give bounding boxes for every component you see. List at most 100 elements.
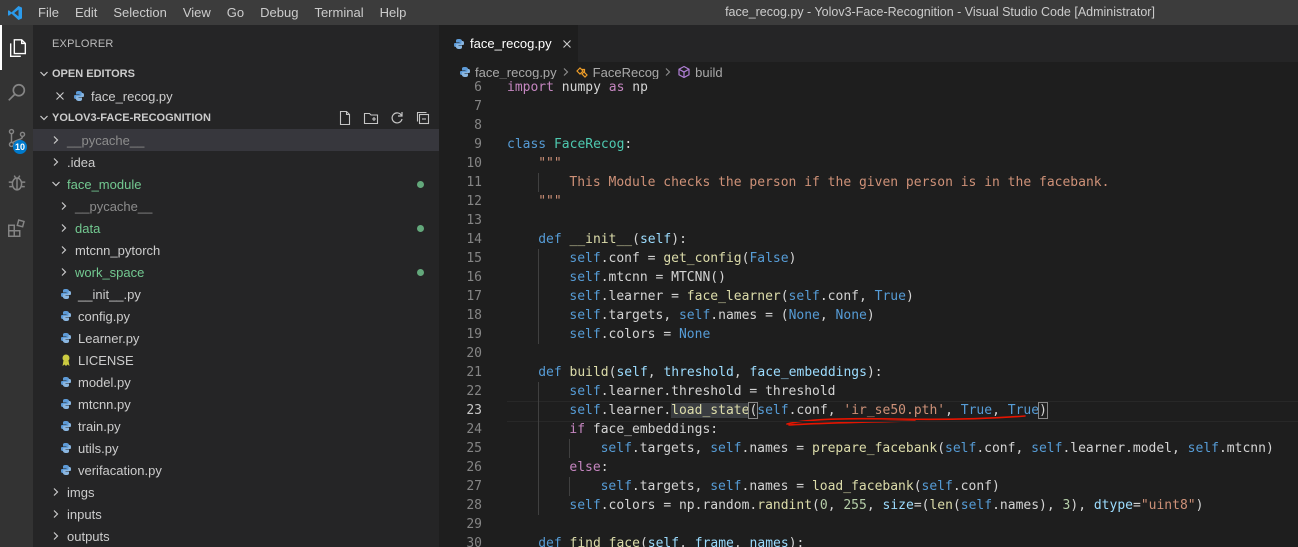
menu-item-terminal[interactable]: Terminal xyxy=(306,0,371,25)
tab-face-recog[interactable]: face_recog.py xyxy=(439,25,578,62)
chevron-right-icon xyxy=(49,157,63,167)
code-token: , xyxy=(733,536,750,547)
tree-folder[interactable]: __pycache__ xyxy=(33,195,439,217)
tree-folder[interactable]: data xyxy=(33,217,439,239)
code-text: class FaceRecog: xyxy=(507,135,632,154)
code-line[interactable]: 22 self.learner.threshold = threshold xyxy=(439,382,1298,401)
open-editor-label: face_recog.py xyxy=(91,88,173,104)
tree-file[interactable]: config.py xyxy=(33,305,439,327)
code-line[interactable]: 8 xyxy=(439,116,1298,135)
tree-folder[interactable]: work_space xyxy=(33,261,439,283)
code-line[interactable]: 29 xyxy=(439,515,1298,534)
menu-item-file[interactable]: File xyxy=(30,0,67,25)
code-token: False xyxy=(749,251,789,266)
code-token: None xyxy=(788,308,820,323)
code-line[interactable]: 6 import numpy as np xyxy=(439,79,1298,97)
code-line[interactable]: 23 self.learner.load_state(self.conf, 'ir… xyxy=(439,401,1298,422)
tree-folder[interactable]: .idea xyxy=(33,151,439,173)
project-section[interactable]: YOLOV3-FACE-RECOGNITION xyxy=(33,107,439,129)
tree-file[interactable]: Learner.py xyxy=(33,327,439,349)
code-line[interactable]: 26 else: xyxy=(439,458,1298,477)
tree-file[interactable]: mtcnn.py xyxy=(33,393,439,415)
code-line[interactable]: 24 if face_embeddings: xyxy=(439,420,1298,439)
tree-folder[interactable]: face_module xyxy=(33,173,439,195)
tree-file[interactable]: __init__.py xyxy=(33,283,439,305)
menu-item-go[interactable]: Go xyxy=(219,0,252,25)
code-line[interactable]: 21 def build(self, threshold, face_embedd… xyxy=(439,363,1298,382)
code-line[interactable]: 9 class FaceRecog: xyxy=(439,135,1298,154)
class-symbol-icon xyxy=(575,65,589,79)
code-text: self.targets, self.names = load_facebank… xyxy=(601,477,1000,496)
vscode-logo-icon xyxy=(0,0,30,25)
menu-item-view[interactable]: View xyxy=(175,0,219,25)
close-icon[interactable] xyxy=(53,91,67,101)
extensions-icon[interactable] xyxy=(0,205,33,250)
open-editors-section[interactable]: OPEN EDITORS xyxy=(33,63,439,85)
menu-item-debug[interactable]: Debug xyxy=(252,0,306,25)
code-token: : xyxy=(624,137,633,152)
breadcrumb-method[interactable]: build xyxy=(695,65,722,80)
refresh-icon[interactable] xyxy=(389,110,405,129)
code-token: .learner.model, xyxy=(1062,441,1188,456)
indent-guide xyxy=(538,325,540,344)
tree-file[interactable]: LICENSE xyxy=(33,349,439,371)
code-line[interactable]: 10 """ xyxy=(439,154,1298,173)
menu-item-help[interactable]: Help xyxy=(372,0,415,25)
code-line[interactable]: 25 self.targets, self.names = prepare_fac… xyxy=(439,439,1298,458)
chevron-right-icon xyxy=(49,531,63,541)
new-folder-icon[interactable] xyxy=(363,110,379,129)
tree-folder[interactable]: __pycache__ xyxy=(33,129,439,151)
debug-icon[interactable] xyxy=(0,160,33,205)
close-icon[interactable] xyxy=(562,39,572,49)
code-token: self xyxy=(710,441,742,456)
code-line[interactable]: 11 This Module checks the person if the g… xyxy=(439,173,1298,192)
menu-item-selection[interactable]: Selection xyxy=(105,0,174,25)
tree-file[interactable]: train.py xyxy=(33,415,439,437)
code-line[interactable]: 18 self.targets, self.names = (None, None… xyxy=(439,306,1298,325)
code-line[interactable]: 20 xyxy=(439,344,1298,363)
tree-file[interactable]: model.py xyxy=(33,371,439,393)
tree-folder[interactable]: outputs xyxy=(33,525,439,547)
code-line[interactable]: 16 self.mtcnn = MTCNN() xyxy=(439,268,1298,287)
tree-item-label: config.py xyxy=(78,308,131,324)
breadcrumb-class[interactable]: FaceRecog xyxy=(593,65,659,80)
line-number: 25 xyxy=(466,441,482,456)
code-token: get_config xyxy=(663,251,742,266)
tree-folder[interactable]: imgs xyxy=(33,481,439,503)
code-line[interactable]: 14 def __init__(self): xyxy=(439,230,1298,249)
search-icon[interactable] xyxy=(0,70,33,115)
code-line[interactable]: 19 self.colors = None xyxy=(439,325,1298,344)
code-token: self xyxy=(616,365,648,380)
breadcrumb-file[interactable]: face_recog.py xyxy=(475,65,557,80)
open-editor-item[interactable]: face_recog.py xyxy=(33,85,439,107)
line-number: 28 xyxy=(466,498,482,513)
code-line[interactable]: 7 xyxy=(439,97,1298,116)
tree-folder[interactable]: inputs xyxy=(33,503,439,525)
license-file-icon xyxy=(59,353,73,367)
code-line[interactable]: 30 def find_face(self, frame, names): xyxy=(439,534,1298,547)
code-token: .mtcnn) xyxy=(1218,441,1274,456)
code-line[interactable]: 17 self.learner = face_learner(self.conf,… xyxy=(439,287,1298,306)
tree-file[interactable]: utils.py xyxy=(33,437,439,459)
code-line[interactable]: 12 """ xyxy=(439,192,1298,211)
code-line[interactable]: 13 xyxy=(439,211,1298,230)
tree-file[interactable]: verifacation.py xyxy=(33,459,439,481)
new-file-icon[interactable] xyxy=(337,110,353,129)
collapse-all-icon[interactable] xyxy=(415,110,431,129)
code-editor[interactable]: 6 import numpy as np 7 8 9 class FaceRecog: 10… xyxy=(439,79,1298,547)
scm-badge: 10 xyxy=(13,140,28,154)
method-symbol-icon xyxy=(677,65,691,79)
menu-item-edit[interactable]: Edit xyxy=(67,0,105,25)
indent-guide xyxy=(538,306,540,325)
tree-item-label: model.py xyxy=(78,374,131,390)
tree-folder[interactable]: mtcnn_pytorch xyxy=(33,239,439,261)
code-line[interactable]: 15 self.conf = get_config(False) xyxy=(439,249,1298,268)
code-line[interactable]: 27 self.targets, self.names = load_faceba… xyxy=(439,477,1298,496)
indent-guide xyxy=(538,173,540,192)
explorer-icon[interactable] xyxy=(0,25,33,70)
code-line[interactable]: 28 self.colors = np.random.randint(0, 255… xyxy=(439,496,1298,515)
source-control-icon[interactable]: 10 xyxy=(0,115,33,160)
line-number: 30 xyxy=(466,536,482,547)
chevron-down-icon xyxy=(37,113,51,123)
code-token: = xyxy=(1133,498,1141,513)
